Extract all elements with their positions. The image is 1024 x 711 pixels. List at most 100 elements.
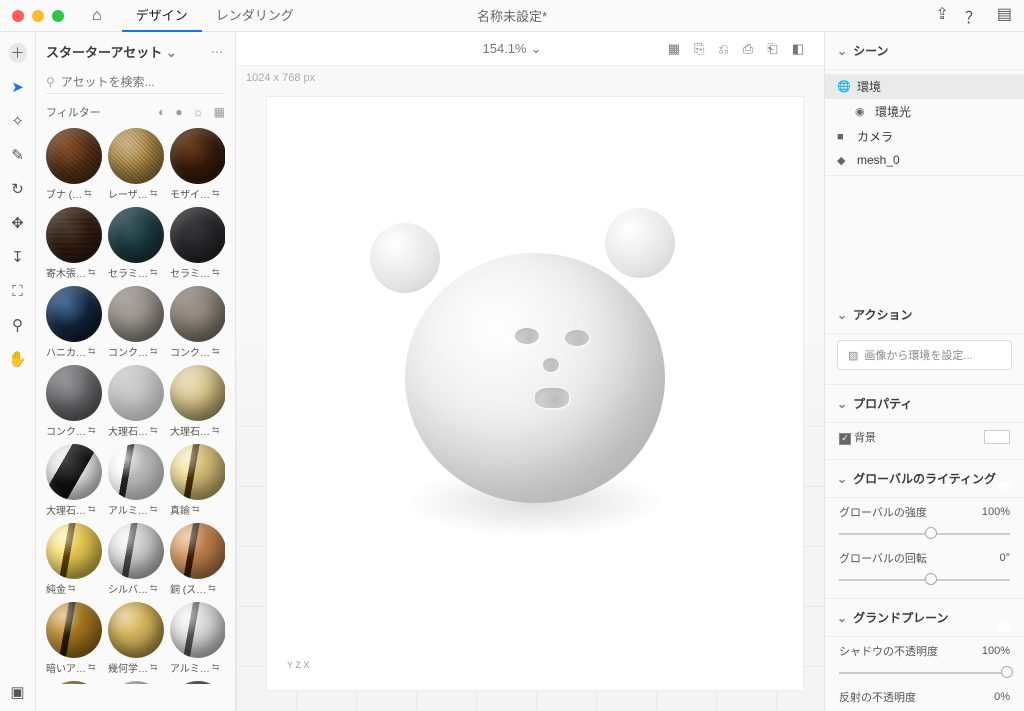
rotate-tool[interactable]: ↻ [9,180,27,198]
asset-item[interactable]: 寄木張…⇆ [46,207,102,280]
asset-item[interactable]: アルミ…⇆ [170,602,225,675]
model-preview[interactable] [375,218,695,538]
asset-item[interactable]: 暗いア…⇆ [46,602,102,675]
grid-view-icon[interactable]: ▦ [668,41,680,57]
material-swatch [46,365,102,421]
close-window[interactable] [12,10,24,22]
asset-item[interactable]: コンク…⇆ [46,365,102,438]
asset-item[interactable]: モザイ…⇆ [170,128,225,201]
background-color[interactable] [984,430,1010,444]
filter-textures-icon[interactable]: ● [175,105,182,119]
tab-design[interactable]: デザイン [122,0,202,32]
minimize-window[interactable] [32,10,44,22]
camera-4-icon[interactable]: ⎗ [767,41,777,57]
set-env-from-image-button[interactable]: ▧画像から環境を設定... [837,340,1012,370]
asset-item[interactable] [46,681,102,684]
bulb-icon: ◉ [855,105,869,118]
magic-wand-tool[interactable]: ✧ [9,112,27,130]
filter-lights-icon[interactable]: ☼ [193,105,204,119]
feedback-icon[interactable]: ▤ [997,4,1012,28]
scene-tree-item[interactable]: ◉環境光 [825,99,1024,124]
actions-heading: アクション [853,306,912,323]
asset-item[interactable]: セラミ…⇆ [170,207,225,280]
background-label: 背景 [854,432,876,444]
asset-label: アルミ…⇆ [108,502,164,517]
asset-item[interactable]: ブナ (…⇆ [46,128,102,201]
asset-item[interactable]: 大理石…⇆ [170,365,225,438]
filter-images-icon[interactable]: ▦ [214,105,225,119]
asset-item[interactable]: レーザ…⇆ [108,128,164,201]
tab-rendering[interactable]: レンダリング [202,0,308,32]
material-swatch [170,681,225,684]
scale-tool[interactable]: ↧ [9,248,27,266]
render-icon[interactable]: ◧ [792,41,804,57]
asset-search[interactable]: ⚲ [46,71,225,94]
chevron-down-icon[interactable]: ⌄ [837,308,847,322]
sync-icon: ⇆ [88,662,96,673]
asset-label: 純金⇆ [46,581,102,596]
sync-icon: ⇆ [150,425,158,436]
asset-item[interactable] [108,681,164,684]
chevron-down-icon[interactable]: ⌄ [837,397,847,411]
asset-item[interactable]: 真鍮⇆ [170,444,225,517]
chevron-down-icon[interactable]: ⌄ [837,44,847,58]
sync-icon: ⇆ [212,346,220,357]
camera-2-icon[interactable]: ⎌ [718,41,728,57]
rotation-slider[interactable] [839,572,1010,586]
canvas[interactable]: 1024 x 768 px Y Z X [236,66,824,711]
material-swatch [170,286,225,342]
tree-item-label: mesh_0 [857,153,900,167]
asset-item[interactable]: 純金⇆ [46,523,102,596]
add-tool[interactable]: ＋ [9,44,27,62]
asset-label: 銅 (ス…⇆ [170,581,225,596]
scene-tree-item[interactable]: 🌐環境 [825,74,1024,99]
intensity-slider[interactable] [839,526,1010,540]
search-input[interactable] [61,75,225,89]
hand-tool[interactable]: ✋ [9,350,27,368]
asset-label: 大理石…⇆ [170,423,225,438]
material-swatch [46,523,102,579]
chevron-down-icon[interactable]: ⌄ [166,45,177,60]
move-tool[interactable]: ✥ [9,214,27,232]
assets-more-icon[interactable]: ⋯ [211,45,225,59]
asset-label: 寄木張…⇆ [46,265,102,280]
asset-item[interactable]: コンク…⇆ [170,286,225,359]
asset-item[interactable] [170,681,225,684]
asset-item[interactable]: シルバ…⇆ [108,523,164,596]
layout-toggle[interactable]: ▣ [9,683,27,701]
asset-item[interactable]: ハニカ…⇆ [46,286,102,359]
asset-item[interactable]: 銅 (ス…⇆ [170,523,225,596]
filter-materials-icon[interactable]: ◐ [158,105,165,119]
axes-gizmo[interactable]: Y Z X [287,660,309,670]
home-icon[interactable]: ⌂ [92,7,102,25]
material-swatch [170,128,225,184]
material-swatch [46,286,102,342]
zoom-tool[interactable]: ⚲ [9,316,27,334]
sync-icon: ⇆ [212,425,220,436]
asset-grid: ブナ (…⇆レーザ…⇆モザイ…⇆寄木張…⇆セラミ…⇆セラミ…⇆ハニカ…⇆コンク…… [46,128,225,684]
background-checkbox[interactable]: ✓ [839,433,851,445]
asset-item[interactable]: 大理石…⇆ [46,444,102,517]
eyedropper-tool[interactable]: ✎ [9,146,27,164]
scene-tree-item[interactable]: ◆mesh_0 [825,149,1024,171]
asset-item[interactable]: セラミ…⇆ [108,207,164,280]
zoom-control[interactable]: 154.1% ⌄ [483,41,542,57]
asset-label: アルミ…⇆ [170,660,225,675]
asset-item[interactable]: アルミ…⇆ [108,444,164,517]
camera-3-icon[interactable]: ⎙ [743,41,753,57]
asset-item[interactable]: 大理石…⇆ [108,365,164,438]
maximize-window[interactable] [52,10,64,22]
chevron-down-icon[interactable]: ⌄ [837,611,847,625]
pointer-tool[interactable]: ➤ [9,78,27,96]
intensity-label: グローバルの強度 [839,504,927,520]
asset-label: レーザ…⇆ [108,186,164,201]
asset-item[interactable]: コンク…⇆ [108,286,164,359]
help-icon[interactable]: ？ [965,4,981,28]
camera-1-icon[interactable]: ⎘ [694,41,704,57]
shadow-slider[interactable] [839,665,1010,679]
scene-tree-item[interactable]: ■カメラ [825,124,1024,149]
asset-item[interactable]: 幾何学…⇆ [108,602,164,675]
measure-tool[interactable]: ⛶ [9,282,27,300]
share-icon[interactable]: ⇪ [935,4,948,28]
chevron-down-icon[interactable]: ⌄ [837,472,847,486]
